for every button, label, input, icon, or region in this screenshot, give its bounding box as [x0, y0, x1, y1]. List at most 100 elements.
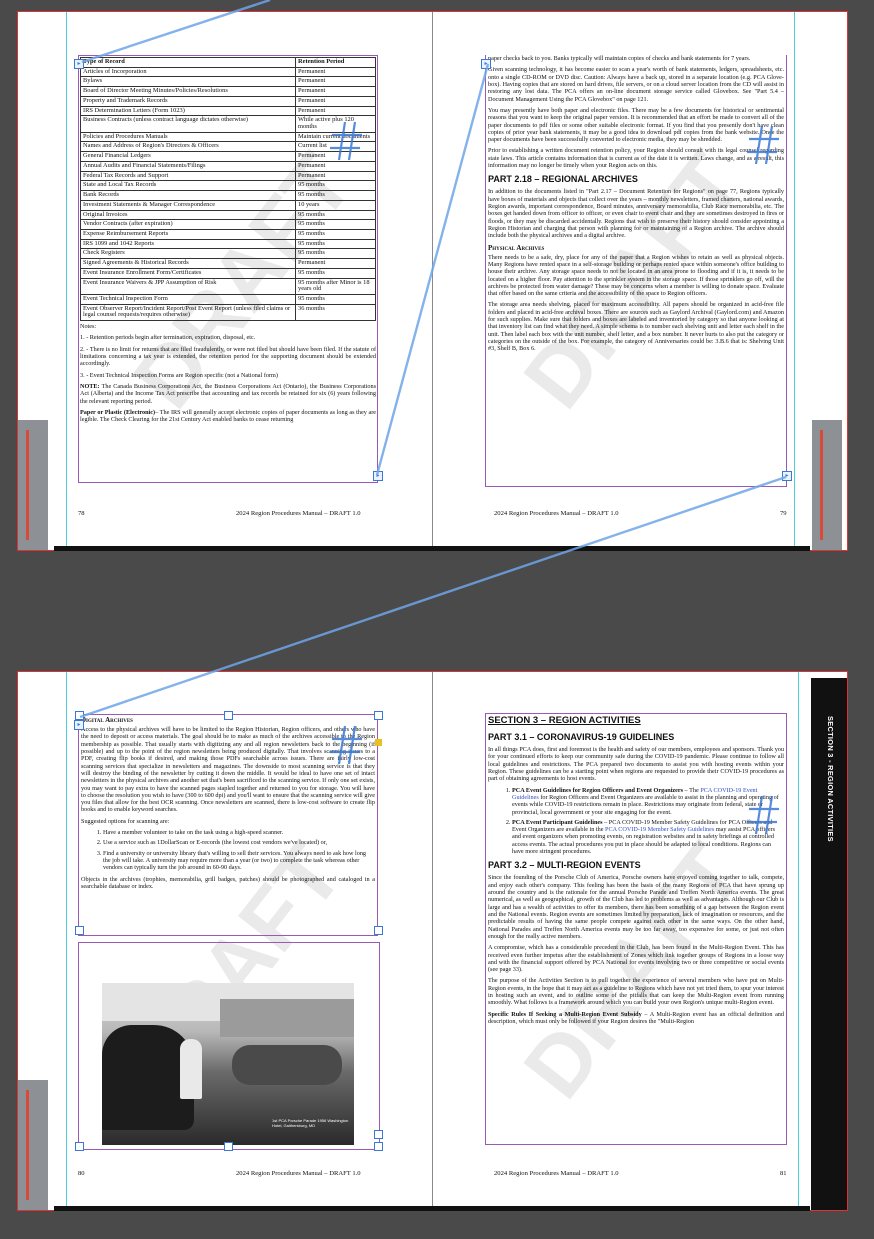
list-item: Find a university or university library …: [103, 850, 375, 872]
body-paragraph: Given scanning technology, it has become…: [488, 66, 784, 103]
scanning-options-list: Have a member volunteer to take on the t…: [81, 829, 375, 872]
page-number-78: 78: [78, 510, 85, 517]
margin-guide: [66, 672, 67, 1210]
heading-multi-region: PART 3.2 – MULTI-REGION EVENTS: [488, 860, 641, 871]
anchor-marker-icon[interactable]: [375, 739, 382, 746]
out-port-icon[interactable]: ▸: [782, 471, 792, 481]
table-cell-retention: 95 months after Minor is 18 years old: [295, 277, 376, 295]
body-paragraph: In all things PCA does, first and foremo…: [488, 746, 784, 783]
table-body: Articles of Incorporation Permanent Bylaws…: [80, 66, 376, 322]
table-cell-record-type: Investment Statements & Manager Correspo…: [80, 199, 296, 211]
table-row: Business Contracts (unless contract lang…: [80, 115, 376, 133]
table-cell-record-type: IRS 1099 and 1042 Reports: [80, 238, 296, 250]
table-row: Bank Records 95 months: [80, 190, 376, 201]
page-number-80: 80: [78, 1170, 85, 1177]
table-row: Expense Reimbursement Reports 95 months: [80, 228, 376, 240]
body-paragraph: You may presently have both paper and el…: [488, 106, 784, 144]
table-cell-retention: 95 months: [295, 248, 376, 260]
table-cell-record-type: Event Technical Inspection Form: [80, 293, 296, 305]
table-row: Property and Trademark Records Permanent: [80, 95, 376, 107]
in-port-icon[interactable]: ▸: [74, 720, 84, 730]
table-header-row: Type of Record Retention Period: [80, 57, 376, 68]
guidelines-list: PCA Event Guidelines for Region Officers…: [488, 787, 784, 856]
text-frame-digital-archives[interactable]: Digital Archives Access to the physical …: [78, 714, 378, 936]
paper-or-plastic-para: Paper or Plastic (Electronic)– The IRS w…: [80, 408, 376, 424]
table-row: Signed Agreements & Historical Records Pe…: [80, 258, 376, 269]
note-item: 3. - Event Technical Inspection Forms ar…: [80, 371, 278, 379]
selection-handle[interactable]: [75, 711, 84, 720]
table-cell-retention: 95 months: [295, 180, 376, 192]
selection-handle[interactable]: [224, 711, 233, 720]
list-item: PCA Event Participant Guidelines – PCA C…: [512, 819, 784, 856]
table-cell-retention: 10 years: [295, 199, 376, 211]
heading-regional-archives: PART 2.18 – REGIONAL ARCHIVES: [488, 174, 638, 185]
table-cell-retention: Permanent: [295, 95, 376, 107]
table-cell-retention: 95 months: [295, 209, 376, 221]
options-intro: Suggested options for scanning are:: [81, 817, 170, 825]
body-paragraph: Specific Rules If Seeking a Multi-Region…: [488, 1010, 784, 1025]
table-row: IRS Determination Letters (Form 1023) Per…: [80, 105, 376, 117]
selection-handle[interactable]: [374, 1130, 383, 1139]
table-header-type: Type of Record: [80, 57, 296, 68]
in-port-icon[interactable]: ▸: [74, 59, 84, 69]
graphic-frame[interactable]: [78, 942, 380, 1150]
table-row: IRS 1099 and 1042 Reports 95 months: [80, 238, 376, 250]
table-cell-record-type: Federal Tax Records and Support: [80, 170, 296, 182]
table-cell-record-type: Check Registers: [80, 248, 296, 260]
selection-handle[interactable]: [75, 1142, 84, 1151]
selection-handle[interactable]: [374, 711, 383, 720]
out-port-icon[interactable]: ▸: [373, 471, 383, 481]
text-frame-retention-table[interactable]: Type of Record Retention Period Articles…: [78, 55, 378, 483]
table-cell-retention: Permanent: [295, 258, 376, 269]
table-row: Policies and Procedures Manuals Maintain …: [80, 131, 376, 143]
subheading-physical-archives: Physical Archives: [488, 243, 545, 252]
page-shadow: [54, 1206, 810, 1211]
spread-gutter: [432, 672, 433, 1210]
table-cell-retention: 95 months: [295, 238, 376, 250]
table-row: Articles of Incorporation Permanent: [80, 66, 376, 78]
selection-handle[interactable]: [75, 926, 84, 935]
table-cell-record-type: Annual Audits and Financial Statements/F…: [80, 160, 296, 172]
body-paragraph: Access to the physical archives will hav…: [81, 726, 375, 814]
covid-member-safety-link[interactable]: PCA COVID-19 Member Safety Guidelines: [605, 826, 714, 833]
table-cell-retention: While active plus 120 months: [295, 115, 376, 133]
list-item: PCA Event Guidelines for Region Officers…: [512, 787, 784, 816]
page-footer: 2024 Region Procedures Manual – DRAFT 1.…: [236, 1170, 361, 1177]
side-tab-label: SECTION 3 - REGION ACTIVITIES: [826, 716, 835, 842]
text-frame-section3[interactable]: SECTION 3 – REGION ACTIVITIES PART 3.1 –…: [485, 713, 787, 1145]
page-number-79: 79: [780, 510, 787, 517]
table-cell-record-type: Original Invoices: [80, 209, 296, 221]
selection-handle[interactable]: [374, 1142, 383, 1151]
table-cell-retention: Permanent: [295, 105, 376, 117]
table-cell-record-type: General Financial Ledgers: [80, 151, 296, 162]
table-row: State and Local Tax Records 95 months: [80, 180, 376, 192]
page-footer: 2024 Region Procedures Manual – DRAFT 1.…: [236, 510, 361, 517]
list-item: Have a member volunteer to take on the t…: [103, 829, 375, 836]
text-frame-body[interactable]: paper checks back to you. Banks typicall…: [485, 55, 787, 487]
table-row: Investment Statements & Manager Correspo…: [80, 199, 376, 211]
table-row: Federal Tax Records and Support Permanent: [80, 170, 376, 182]
table-cell-record-type: Property and Trademark Records: [80, 95, 296, 107]
heading-coronavirus: PART 3.1 – CORONAVIRUS-19 GUIDELINES: [488, 732, 675, 742]
spread-pages-80-81: DRAFT Digital Archives Access to the phy…: [17, 671, 848, 1211]
note-item: 1. - Retention periods begin after termi…: [80, 334, 256, 342]
canada-note: NOTE: The Canada Business Corporations A…: [80, 383, 377, 405]
body-paragraph: The storage area needs shelving, placed …: [488, 301, 784, 353]
notes-label: Notes:: [80, 323, 97, 331]
page-footer: 2024 Region Procedures Manual – DRAFT 1.…: [494, 1170, 619, 1177]
in-port-icon[interactable]: ▸: [481, 59, 491, 69]
selection-handle[interactable]: [374, 926, 383, 935]
body-paragraph: Since the founding of the Porsche Club o…: [488, 874, 784, 940]
margin-guide: [66, 12, 67, 550]
list-item: Use a service such as 1DollarScan or E-r…: [103, 839, 375, 846]
table-cell-record-type: Names and Address of Region's Directors …: [80, 141, 296, 153]
table-cell-retention: 95 months: [295, 228, 376, 240]
table-cell-record-type: Bank Records: [80, 190, 296, 201]
table-cell-retention: Maintain current documents: [295, 131, 376, 143]
table-cell-retention: Permanent: [295, 151, 376, 162]
table-row: Check Registers 95 months: [80, 248, 376, 260]
table-cell-retention: 95 months: [295, 219, 376, 230]
table-cell-record-type: Signed Agreements & Historical Records: [80, 258, 296, 269]
selection-handle[interactable]: [224, 1142, 233, 1151]
page-number-81: 81: [780, 1170, 787, 1177]
